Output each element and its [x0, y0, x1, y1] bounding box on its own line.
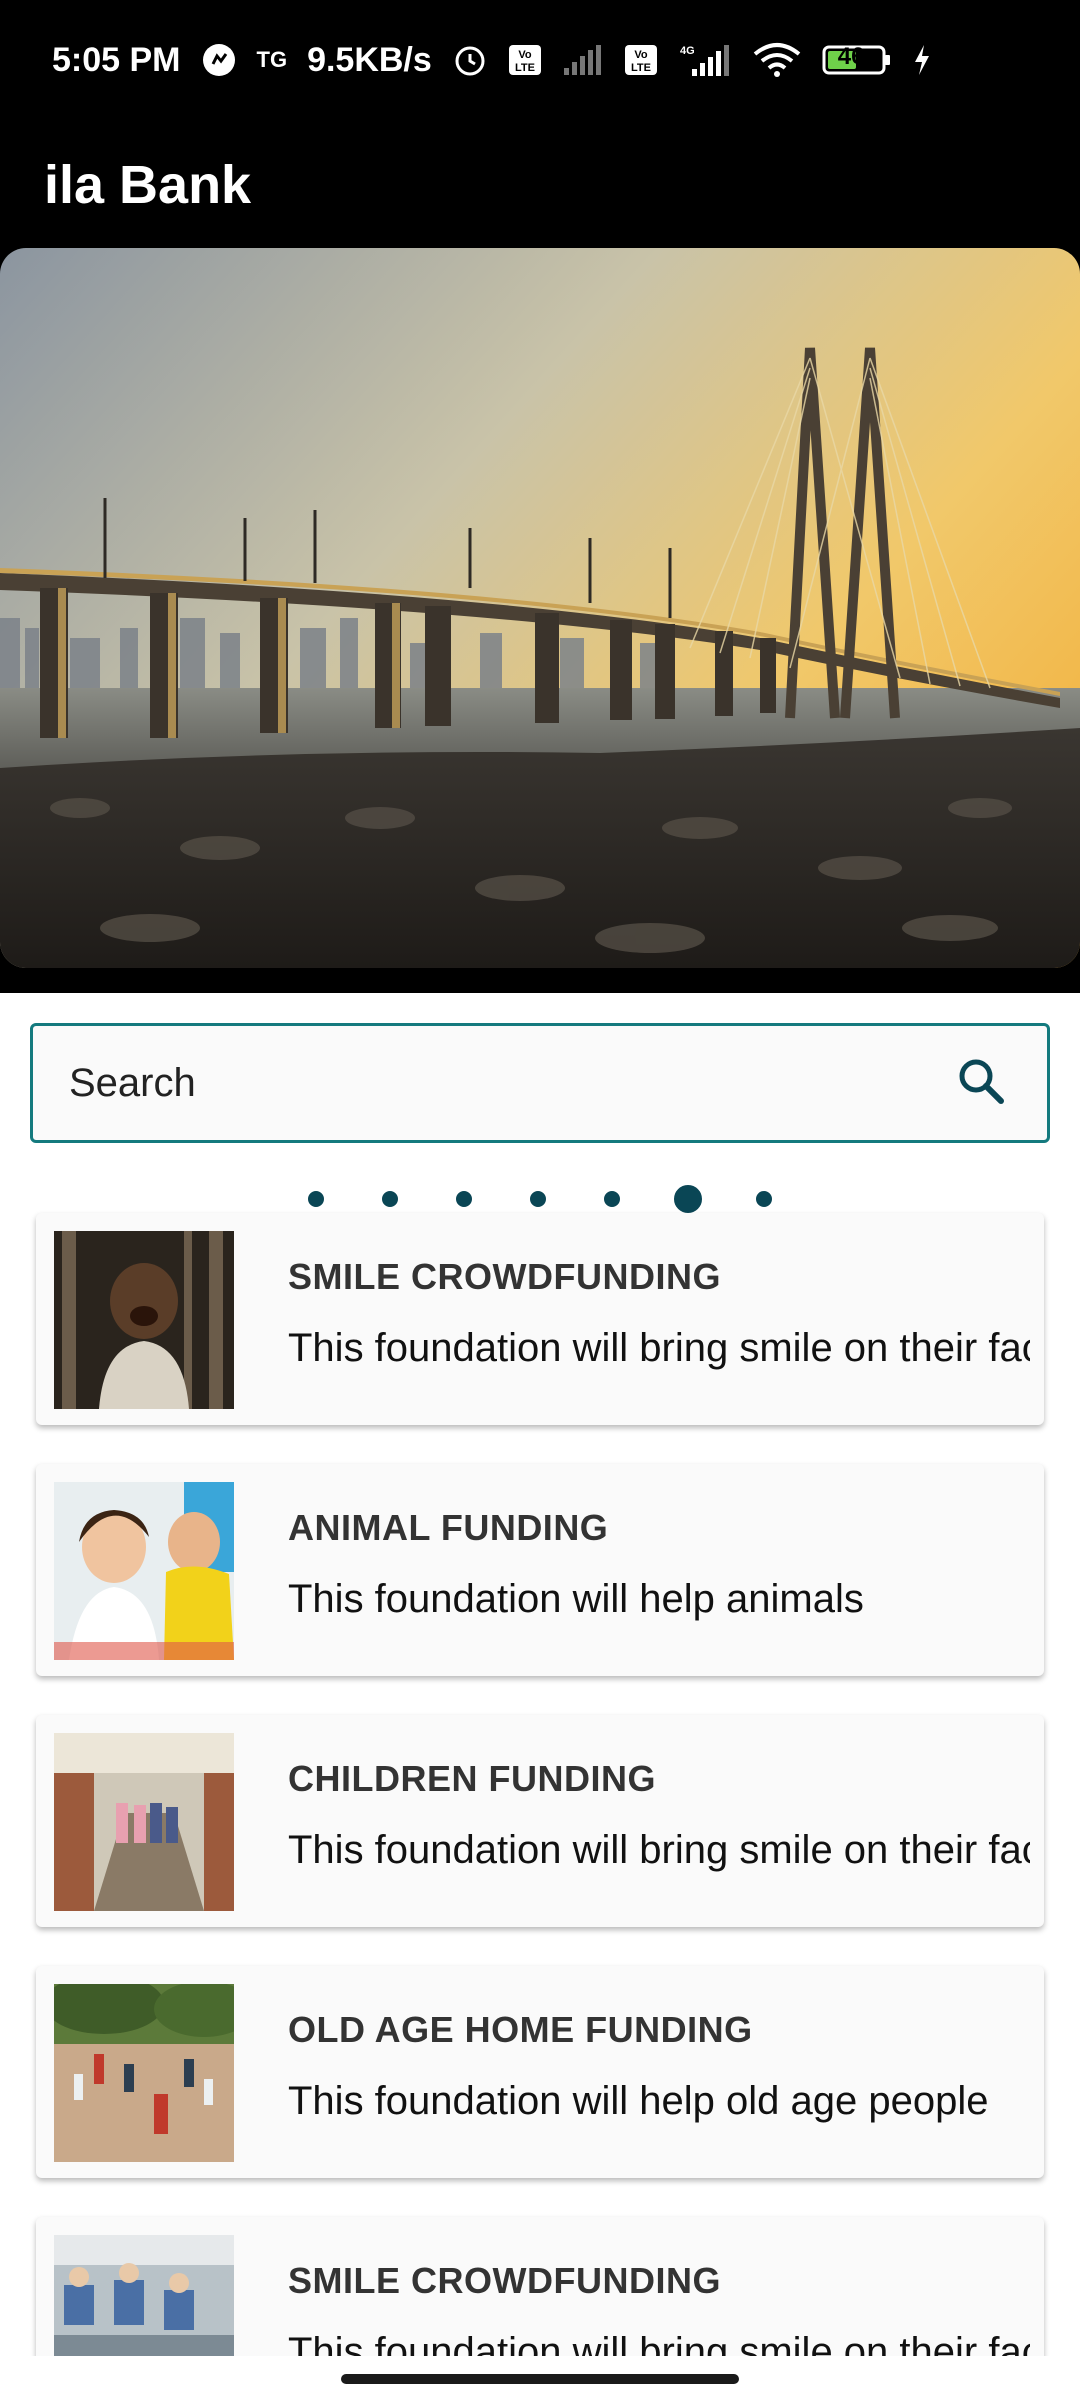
search-icon[interactable]	[955, 1055, 1007, 1112]
thumbnail-image	[54, 1984, 234, 2162]
list-item[interactable]: ANIMAL FUNDING This foundation will help…	[36, 1464, 1044, 1676]
banner-carousel[interactable]	[0, 248, 1080, 1213]
tg-label: TG	[256, 47, 288, 72]
item-title: CHILDREN FUNDING	[288, 1758, 656, 1799]
volte-icon: Vo LTE	[624, 44, 658, 76]
item-description: This foundation will bring smile on thei…	[288, 1828, 1030, 1872]
item-description: This foundation will help old age people	[288, 2079, 989, 2123]
svg-text:Vo: Vo	[634, 49, 648, 61]
signal-4g-icon: 4G	[678, 43, 732, 77]
item-title: SMILE CROWDFUNDING	[288, 1256, 721, 1297]
status-bar: 5:05 PM TG 9.5KB/s Vo LTE Vo LTE 4G 46	[0, 0, 1080, 120]
svg-text:LTE: LTE	[515, 62, 535, 74]
svg-text:LTE: LTE	[631, 62, 651, 74]
item-title: ANIMAL FUNDING	[288, 1507, 609, 1548]
list-item[interactable]: SMILE CROWDFUNDING This foundation will …	[36, 1213, 1044, 1425]
search-box[interactable]	[30, 1023, 1050, 1143]
svg-text:4G: 4G	[680, 45, 695, 57]
funding-list[interactable]: SMILE CROWDFUNDING This foundation will …	[36, 1213, 1044, 2356]
list-item[interactable]: SMILE CROWDFUNDING This foundation will …	[36, 2217, 1044, 2356]
battery-icon: 46	[822, 43, 892, 76]
funding-list-viewport[interactable]: SMILE CROWDFUNDING This foundation will …	[0, 1190, 1080, 2356]
home-indicator[interactable]	[341, 2374, 739, 2384]
charging-icon	[912, 44, 932, 76]
item-title: SMILE CROWDFUNDING	[288, 2260, 721, 2301]
search-input[interactable]	[67, 1059, 955, 1107]
list-item[interactable]: OLD AGE HOME FUNDING This foundation wil…	[36, 1966, 1044, 2178]
item-title: OLD AGE HOME FUNDING	[288, 2009, 753, 2050]
svg-text:Vo: Vo	[518, 49, 532, 61]
messenger-icon	[201, 42, 237, 78]
wifi-icon	[752, 42, 802, 78]
alarm-icon	[452, 42, 488, 78]
page-title: ila Bank	[44, 155, 252, 215]
thumbnail-image	[54, 2235, 234, 2356]
list-item[interactable]: CHILDREN FUNDING This foundation will br…	[36, 1715, 1044, 1927]
item-description: This foundation will bring smile on thei…	[288, 2330, 1030, 2356]
thumbnail-image	[54, 1482, 234, 1660]
app-bar: ila Bank	[0, 120, 1080, 250]
item-description: This foundation will help animals	[288, 1577, 864, 1621]
thumbnail-image	[54, 1231, 234, 1409]
signal-icon	[562, 44, 604, 76]
thumbnail-image	[54, 1733, 234, 1911]
banner-image[interactable]	[0, 248, 1080, 968]
status-time: 5:05 PM	[52, 40, 181, 79]
network-speed: 9.5KB/s	[307, 40, 432, 79]
volte-icon: Vo LTE	[508, 44, 542, 76]
item-description: This foundation will bring smile on thei…	[288, 1326, 1030, 1370]
battery-level: 46	[837, 43, 865, 70]
